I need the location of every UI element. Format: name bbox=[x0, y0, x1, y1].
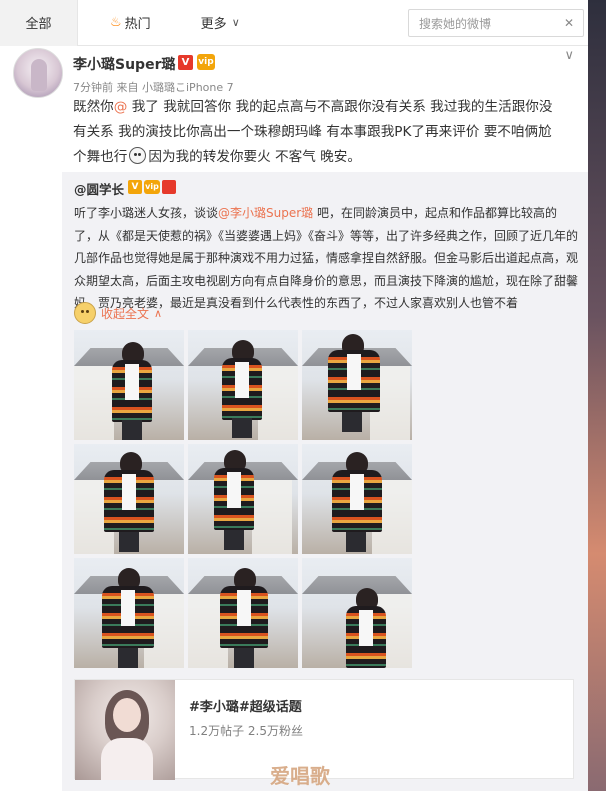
red-badge-icon bbox=[162, 180, 176, 194]
repost-text-segment: 吧，在同龄演员中，起点和作品都算比较高的了，从《都是天使惹的祸》《当婆婆遇上妈》… bbox=[74, 206, 579, 311]
post-text-segment: 我了 我就回答你 我的起点高与不高跟你没有关系 我过我的生活跟你没 bbox=[127, 99, 553, 115]
post-source[interactable]: 小璐璐こiPhone 7 bbox=[142, 81, 234, 94]
topic-title[interactable]: #李小璐#超级话题 bbox=[189, 696, 302, 715]
emoji-icon bbox=[129, 147, 147, 164]
search-input[interactable]: 搜索她的微博 ✕ bbox=[408, 9, 584, 37]
repost-author-name[interactable]: @圆学长 bbox=[74, 179, 124, 198]
post-time[interactable]: 7分钟前 bbox=[73, 81, 113, 94]
reposted-content: @圆学长 V vip 听了李小璐迷人女孩，谈谈@李小璐Super璐 吧，在同龄演… bbox=[62, 172, 588, 791]
mention-link[interactable]: @ bbox=[114, 99, 128, 115]
repost-text-segment: 听了李小璐迷人女孩，谈谈 bbox=[74, 206, 219, 220]
photo-thumbnail[interactable] bbox=[302, 330, 412, 440]
repost-body: 听了李小璐迷人女孩，谈谈@李小璐Super璐 吧，在同龄演员中，起点和作品都算比… bbox=[74, 202, 580, 315]
post-meta: 7分钟前 来自 小璐璐こiPhone 7 bbox=[73, 79, 234, 95]
collapse-full-text-button[interactable]: 收起全文 ∧ bbox=[74, 302, 162, 324]
tab-more-label: 更多 bbox=[200, 17, 227, 32]
avatar[interactable] bbox=[13, 48, 63, 98]
photo-thumbnail[interactable] bbox=[302, 558, 412, 668]
post-text-segment: 因为我的转发你要火 不客气 晚安。 bbox=[148, 149, 361, 165]
profile-tab-bar: 全部 ♨ 热门 更多 ∨ 搜索她的微博 ✕ bbox=[0, 0, 588, 46]
source-prefix: 来自 bbox=[116, 81, 139, 94]
photo-thumbnail[interactable] bbox=[74, 558, 184, 668]
flame-icon: ♨ bbox=[110, 15, 122, 30]
mention-link[interactable]: @李小璐Super璐 bbox=[218, 206, 313, 220]
watermark: 爱唱歌 bbox=[270, 764, 330, 788]
post-author-name[interactable]: 李小璐Super璐 bbox=[73, 54, 175, 74]
tab-all[interactable]: 全部 bbox=[0, 0, 78, 46]
member-icon: vip bbox=[144, 180, 160, 194]
verified-icon: V bbox=[178, 55, 193, 70]
member-icon: vip bbox=[197, 54, 215, 70]
close-icon[interactable]: ✕ bbox=[561, 15, 577, 31]
photo-thumbnail[interactable] bbox=[188, 444, 298, 554]
topic-stats: 1.2万帖子 2.5万粉丝 bbox=[189, 724, 303, 738]
post-text-segment: 有关系 我的演技比你高出一个珠穆朗玛峰 有本事跟我PK了再来评价 要不咱俩尬 bbox=[73, 124, 552, 140]
photo-thumbnail[interactable] bbox=[74, 444, 184, 554]
post-text-segment: 既然你 bbox=[73, 99, 114, 115]
tab-hot-label: 热门 bbox=[124, 17, 151, 32]
photo-thumbnail[interactable] bbox=[188, 558, 298, 668]
doge-emoji-icon bbox=[74, 302, 96, 324]
post-text-segment: 个舞也行 bbox=[73, 149, 128, 165]
tab-all-label: 全部 bbox=[25, 17, 52, 32]
tab-hot[interactable]: ♨ 热门 bbox=[110, 13, 151, 32]
weibo-post-card: 全部 ♨ 热门 更多 ∨ 搜索她的微博 ✕ 李小璐Super璐 V vip ∨ … bbox=[0, 0, 588, 791]
post-body: 既然你@ 我了 我就回答你 我的起点高与不高跟你没有关系 我过我的生活跟你没 有… bbox=[73, 95, 583, 170]
chevron-up-icon: ∧ bbox=[154, 306, 163, 320]
chevron-down-icon: ∨ bbox=[231, 16, 240, 29]
post-menu-chevron-icon[interactable]: ∨ bbox=[564, 48, 574, 63]
collapse-label: 收起全文 bbox=[101, 306, 150, 321]
verified-icon: V bbox=[128, 180, 142, 194]
tab-more[interactable]: 更多 ∨ bbox=[201, 13, 240, 32]
photo-thumbnail[interactable] bbox=[302, 444, 412, 554]
topic-cover-image bbox=[75, 680, 175, 780]
photo-thumbnail[interactable] bbox=[74, 330, 184, 440]
search-placeholder: 搜索她的微博 bbox=[419, 16, 492, 31]
photo-thumbnail[interactable] bbox=[188, 330, 298, 440]
